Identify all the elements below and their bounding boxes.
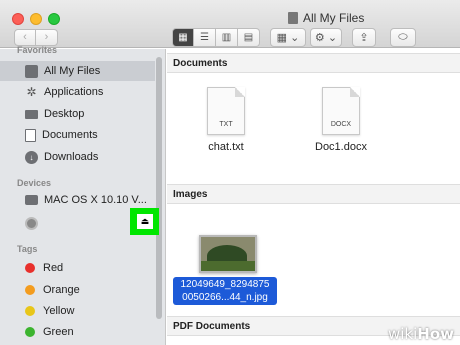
action-button[interactable]: ⚙ ⌄ (310, 28, 342, 47)
sidebar-item-label: All My Files (44, 65, 101, 77)
close-window-button[interactable] (12, 13, 24, 25)
desktop-icon (25, 109, 38, 119)
tags-header: Tags (17, 244, 38, 254)
sidebar-item-label: Desktop (44, 108, 85, 120)
text-document-icon: TXT (207, 87, 245, 135)
sidebar-item-mac-disk[interactable]: MAC OS X 10.10 V... (0, 190, 155, 210)
sidebar-scrollbar[interactable] (156, 57, 162, 319)
sidebar-item-label: Red (43, 262, 64, 274)
nav-buttons: ‹ › (14, 29, 58, 46)
downloads-icon: ↓ (25, 150, 38, 164)
window-title: All My Files (288, 11, 364, 25)
favorites-header: Favorites (17, 45, 58, 55)
sidebar-item-downloads[interactable]: ↓ Downloads (0, 147, 155, 167)
sidebar-item-label: Downloads (44, 151, 99, 163)
wikihow-watermark: wikiHow (388, 325, 454, 343)
thumbnail-ground (201, 261, 255, 271)
sidebar-item-label: Yellow (43, 305, 75, 317)
devices-header: Devices (17, 178, 52, 188)
eject-button[interactable]: ⏏ (137, 214, 153, 229)
file-extension: DOCX (330, 121, 352, 128)
yellow-tag-dot-icon (25, 306, 35, 316)
share-button[interactable]: ⇪ (352, 28, 376, 47)
sidebar-tag-yellow[interactable]: Yellow (0, 301, 155, 321)
hard-disk-icon (25, 195, 38, 205)
sidebar-item-all-my-files[interactable]: All My Files (0, 61, 155, 81)
orange-tag-dot-icon (25, 285, 35, 295)
watermark-wiki: wiki (387, 325, 418, 343)
sidebar-item-documents[interactable]: Documents (0, 125, 155, 145)
list-view-button[interactable]: ☰ (194, 28, 216, 47)
sidebar-item-desktop[interactable]: Desktop (0, 104, 155, 124)
back-button[interactable]: ‹ (14, 29, 36, 46)
file-name: chat.txt (208, 141, 244, 153)
forward-button[interactable]: › (36, 29, 58, 46)
applications-icon: ✲ (26, 85, 37, 99)
sidebar-item-applications[interactable]: ✲ Applications (0, 82, 155, 102)
green-tag-dot-icon (25, 327, 35, 337)
sidebar-item-label: MAC OS X 10.10 V... (44, 194, 147, 206)
filename-line-1: 12049649_8294875 (180, 279, 270, 290)
selected-image-filename[interactable]: 12049649_8294875 0050266...44_n.jpg (173, 277, 277, 305)
image-thumbnail[interactable] (199, 235, 257, 273)
word-document-icon: DOCX (322, 87, 360, 135)
file-browser-content: Documents TXT chat.txt DOCX Doc1.docx Im… (167, 49, 460, 345)
sidebar-item-label: Documents (42, 129, 98, 141)
red-tag-dot-icon (25, 263, 35, 273)
filename-line-2: 0050266...44_n.jpg (182, 292, 268, 303)
file-extension: TXT (219, 121, 233, 128)
sidebar-item-label: Applications (44, 86, 104, 98)
cover-flow-view-button[interactable]: ▤ (238, 28, 260, 47)
edit-tags-button[interactable]: ⬭ (390, 28, 416, 47)
cd-icon (25, 216, 38, 230)
file-name: Doc1.docx (315, 141, 367, 153)
view-mode-group: ▦ ☰ ▥ ▤ (172, 28, 260, 47)
sidebar-tag-green[interactable]: Green (0, 322, 155, 342)
sidebar-item-label: Green (43, 326, 74, 338)
sidebar-tag-red[interactable]: Red (0, 258, 155, 278)
icon-view-button[interactable]: ▦ (172, 28, 194, 47)
window-toolbar: All My Files ‹ › ▦ ☰ ▥ ▤ ▦ ⌄ ⚙ ⌄ ⇪ ⬭ (0, 0, 460, 48)
sidebar: Favorites All My Files ✲ Applications De… (0, 45, 166, 345)
all-files-icon (288, 12, 298, 24)
all-files-icon (25, 64, 38, 78)
minimize-window-button[interactable] (30, 13, 42, 25)
file-doc1-docx[interactable]: DOCX Doc1.docx (311, 87, 371, 153)
section-header-documents: Documents (167, 53, 460, 73)
zoom-window-button[interactable] (48, 13, 60, 25)
window-title-text: All My Files (303, 11, 365, 25)
column-view-button[interactable]: ▥ (216, 28, 238, 47)
sidebar-tag-orange[interactable]: Orange (0, 280, 155, 300)
watermark-how: How (417, 325, 454, 343)
file-chat-txt[interactable]: TXT chat.txt (197, 87, 255, 153)
documents-icon (25, 128, 36, 142)
section-header-images: Images (167, 184, 460, 204)
arrange-button[interactable]: ▦ ⌄ (270, 28, 306, 47)
sidebar-item-label: Orange (43, 284, 80, 296)
